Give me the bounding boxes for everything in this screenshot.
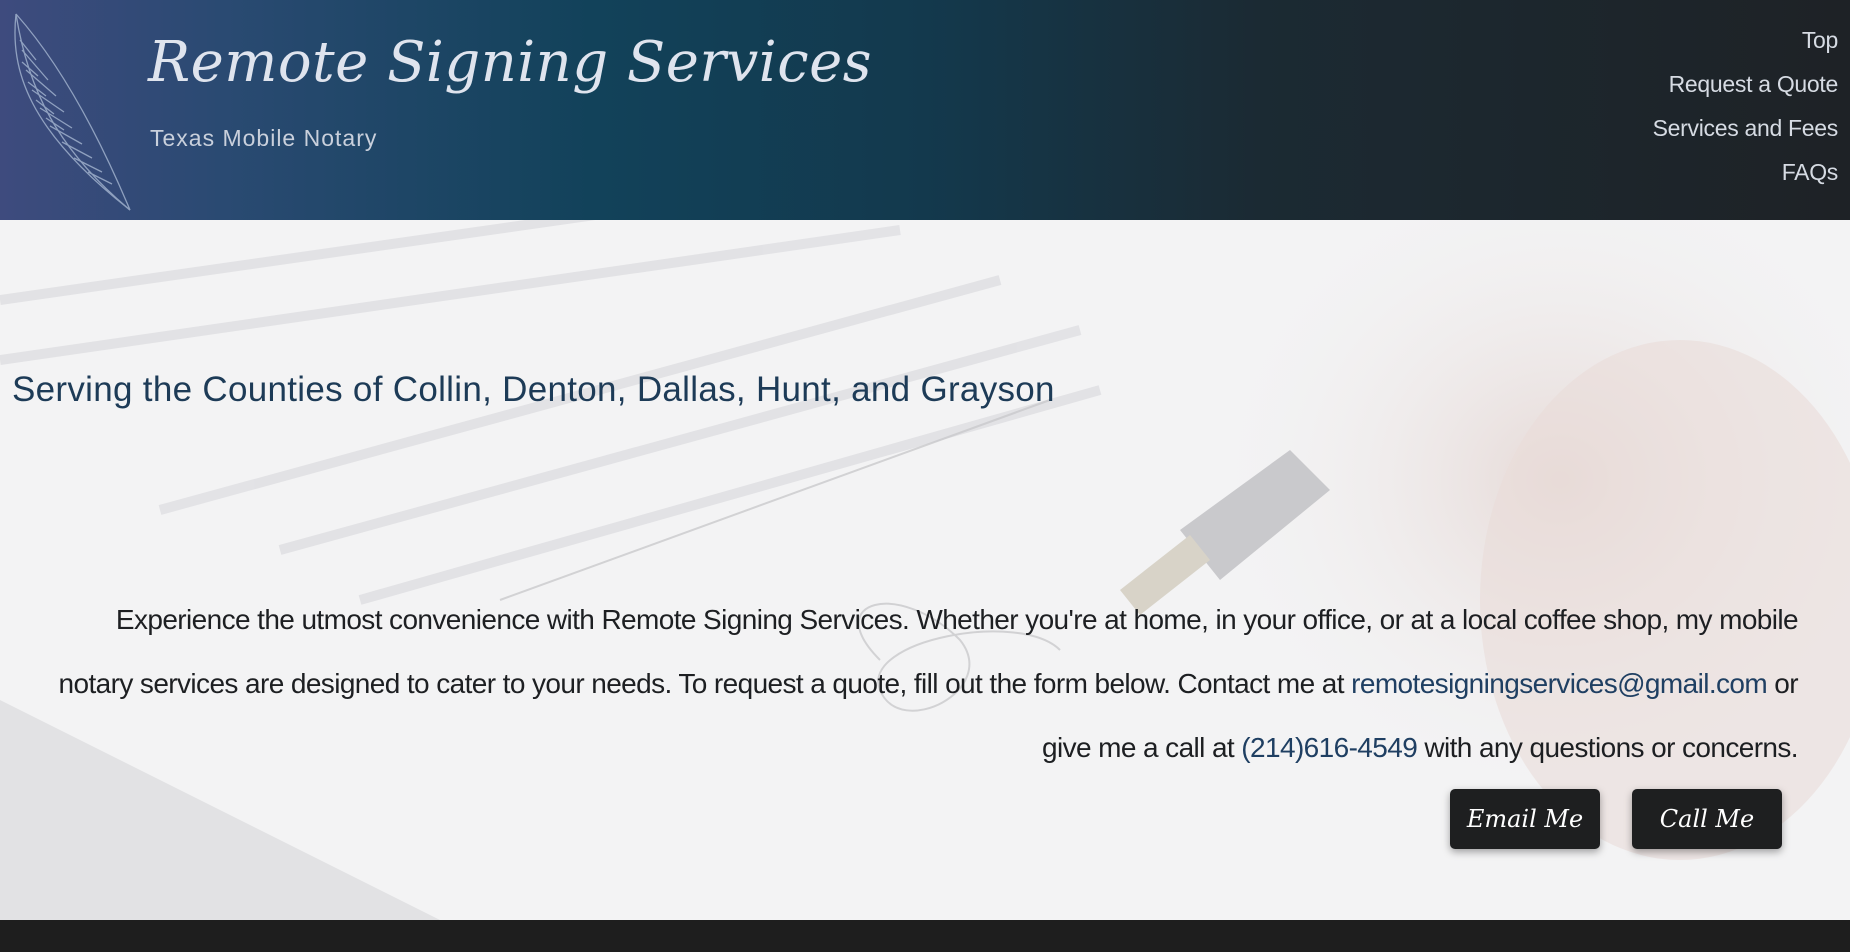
quill-feather-icon	[14, 13, 131, 211]
intro-text-end: with any questions or concerns.	[1417, 732, 1798, 763]
hero-section: Serving the Counties of Collin, Denton, …	[0, 220, 1850, 920]
service-area-heading: Serving the Counties of Collin, Denton, …	[12, 370, 1055, 409]
footer-bar	[0, 920, 1850, 952]
site-header: Remote Signing Services Texas Mobile Not…	[0, 0, 1850, 220]
main-nav: Top Request a Quote Services and Fees FA…	[1653, 18, 1839, 194]
site-title[interactable]: Remote Signing Services	[148, 30, 872, 95]
nav-link-request-quote[interactable]: Request a Quote	[1653, 62, 1839, 106]
email-link[interactable]: remotesigningservices@gmail.com	[1351, 668, 1768, 699]
site-tagline: Texas Mobile Notary	[150, 125, 378, 151]
email-me-button[interactable]: Email Me	[1450, 789, 1600, 849]
nav-link-top[interactable]: Top	[1653, 18, 1838, 62]
phone-link[interactable]: (214)616-4549	[1241, 732, 1418, 763]
nav-link-services-fees[interactable]: Services and Fees	[1653, 106, 1839, 150]
nav-link-faqs[interactable]: FAQs	[1653, 150, 1839, 194]
intro-paragraph: Experience the utmost convenience with R…	[40, 588, 1799, 780]
call-me-button[interactable]: Call Me	[1632, 789, 1782, 849]
